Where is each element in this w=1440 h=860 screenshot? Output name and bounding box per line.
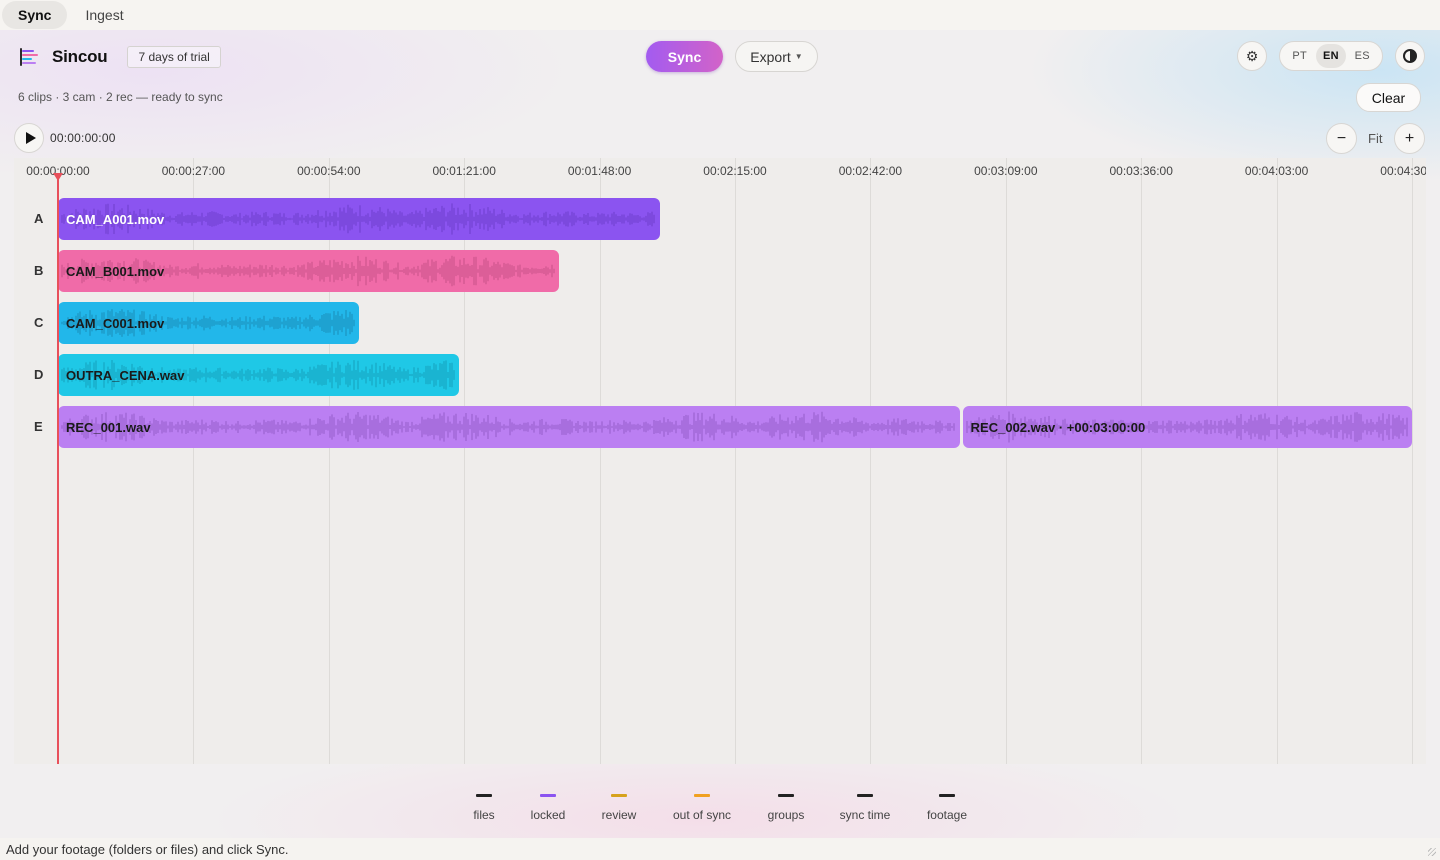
footer-text: Add your footage (folders or files) and … (6, 841, 289, 857)
status-line: 6 clips · 3 cam · 2 rec — ready to sync (18, 90, 223, 104)
clip-a-1[interactable]: CAM_A001.mov (58, 198, 660, 240)
waveform (61, 411, 955, 443)
legend-label: locked (530, 808, 566, 822)
contrast-icon (1403, 49, 1417, 63)
gear-icon: ⚙ (1245, 47, 1259, 64)
export-button[interactable]: Export ▼ (735, 41, 818, 72)
logo-icon (20, 47, 40, 67)
track-label-a: A (34, 211, 44, 226)
brand: Sincou 7 days of trial (20, 46, 221, 68)
trial-badge: 7 days of trial (127, 46, 221, 68)
clip-name: CAM_B001.mov (66, 263, 165, 279)
grid-line (193, 158, 194, 764)
grid-line (1412, 158, 1413, 764)
play-button[interactable] (14, 123, 44, 153)
chevron-down-icon: ▼ (794, 52, 803, 61)
tick-label: 00:02:42:00 (838, 164, 903, 178)
lang-en[interactable]: EN (1315, 44, 1346, 68)
tick-label: 00:00:27:00 (161, 164, 226, 178)
legend: files locked review out of sync groups sync t… (0, 790, 1440, 830)
footer-hint: Add your footage (folders or files) and … (0, 838, 1440, 860)
clip-e-2[interactable]: REC_002.wav · +00:03:00:00 (962, 406, 1412, 448)
tick-label: 00:00:54:00 (297, 164, 361, 178)
resize-grip-icon[interactable] (1428, 848, 1436, 856)
tick-label: 00:04:03:00 (1244, 164, 1309, 178)
tick-label: 00:01:21:00 (432, 164, 496, 178)
grid-line (1006, 158, 1007, 764)
legend-label: sync time (839, 808, 891, 822)
legend-item: out of sync (673, 790, 731, 822)
legend-label: files (473, 808, 495, 822)
clip-name: OUTRA_CENA.wav (66, 367, 185, 383)
zoom-fit-button[interactable]: Fit (1368, 131, 1382, 146)
grid-line (464, 158, 465, 764)
legend-swatch (611, 794, 627, 797)
clip-name: REC_001.wav (66, 419, 151, 435)
sync-button[interactable]: Sync (646, 41, 723, 72)
zoom-out-button[interactable]: − (1326, 123, 1357, 154)
language-switcher: PT EN ES (1279, 41, 1383, 71)
legend-swatch (938, 794, 955, 797)
track-label-e: E (34, 419, 43, 434)
tab-ingest[interactable]: Ingest (69, 1, 139, 29)
tab-sync[interactable]: Sync (2, 1, 68, 29)
legend-label: footage (926, 808, 968, 822)
clip-name: CAM_A001.mov (66, 211, 165, 227)
legend-swatch (476, 794, 492, 797)
tick-label: 00:04:30:00 (1380, 164, 1426, 178)
tick-label: 00:02:15:00 (703, 164, 767, 178)
settings-button[interactable]: ⚙ (1237, 41, 1267, 71)
clip-e-1[interactable]: REC_001.wav (58, 406, 960, 448)
timecode: 00:00:00:00 (50, 131, 116, 145)
tick-label: 00:01:48:00 (567, 164, 632, 178)
legend-label: out of sync (672, 808, 732, 822)
grid-line (600, 158, 601, 764)
grid-line (1277, 158, 1278, 764)
tab-bar: Sync Ingest (0, 0, 1440, 30)
clip-d-1[interactable]: OUTRA_CENA.wav (58, 354, 460, 396)
grid-line (329, 158, 330, 764)
legend-label: groups (767, 808, 805, 822)
legend-swatch (540, 794, 556, 797)
legend-swatch (857, 794, 873, 797)
play-icon (25, 132, 36, 144)
track-label-b: B (34, 263, 44, 278)
clear-button[interactable]: Clear (1356, 83, 1421, 112)
legend-item: files (473, 790, 495, 822)
clip-name: CAM_C001.mov (66, 315, 165, 331)
app-surface: Sincou 7 days of trial Sync Export ▼ ⚙ P… (0, 30, 1440, 838)
zoom-in-button[interactable]: + (1394, 123, 1425, 154)
grid-line (735, 158, 736, 764)
tick-label: 00:03:09:00 (974, 164, 1038, 178)
legend-item: groups (767, 790, 805, 822)
legend-item: review (601, 790, 637, 822)
clip-name: REC_002.wav · +00:03:00:00 (970, 419, 1146, 435)
playhead-handle[interactable] (53, 173, 63, 181)
clip-b-1[interactable]: CAM_B001.mov (58, 250, 560, 292)
app-name: Sincou (52, 47, 108, 66)
legend-item: sync time (839, 790, 891, 822)
theme-toggle-button[interactable] (1395, 41, 1425, 71)
lang-pt[interactable]: PT (1285, 44, 1315, 68)
legend-swatch (694, 794, 710, 797)
legend-label: review (601, 808, 637, 822)
lang-es[interactable]: ES (1347, 44, 1377, 68)
legend-swatch (777, 794, 794, 797)
legend-item: footage (927, 790, 967, 822)
tick-label: 00:03:36:00 (1109, 164, 1173, 178)
track-label-c: C (34, 315, 44, 330)
grid-line (1141, 158, 1142, 764)
timeline[interactable]: 00:00:00:00 00:00:27:00 00:00:54:00 00:01:2… (14, 158, 1426, 764)
legend-item: locked (530, 790, 566, 822)
export-label: Export (750, 48, 791, 65)
grid-line (870, 158, 871, 764)
track-label-d: D (34, 367, 44, 382)
clip-c-1[interactable]: CAM_C001.mov (58, 302, 359, 344)
